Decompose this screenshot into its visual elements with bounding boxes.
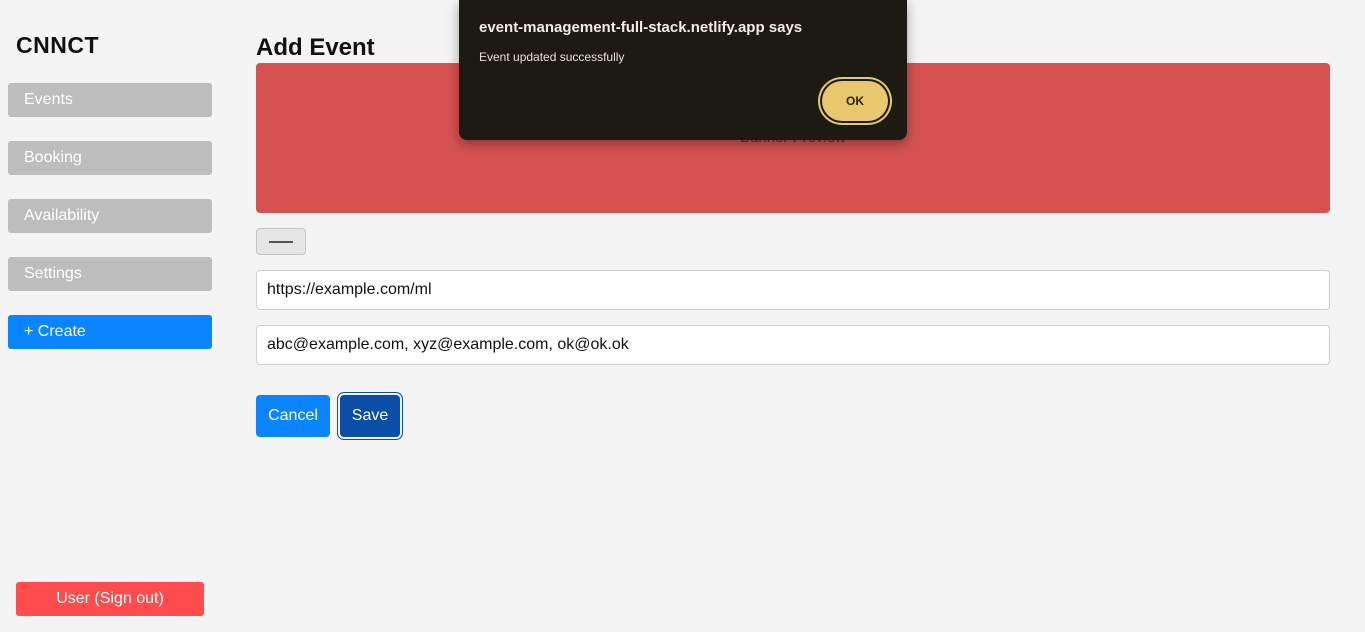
dialog-ok-button[interactable]: OK [822,81,888,121]
dialog-title: event-management-full-stack.netlify.app … [479,19,803,36]
sidebar: CNNCT Events Booking Availability Settin… [0,0,228,632]
page-title: Add Event [256,34,375,61]
cancel-button[interactable]: Cancel [256,395,330,437]
emails-input[interactable] [256,325,1330,365]
sidebar-item-booking[interactable]: Booking [8,141,212,175]
sidebar-item-settings[interactable]: Settings [8,257,212,291]
app-root: CNNCT Events Booking Availability Settin… [0,0,1365,632]
brand-logo: CNNCT [16,32,99,58]
event-link-input[interactable] [256,270,1330,310]
sidebar-item-events[interactable]: Events [8,83,212,117]
save-button[interactable]: Save [340,395,400,437]
sidebar-item-availability[interactable]: Availability [8,199,212,233]
minus-icon [269,241,293,243]
banner-color-button[interactable] [256,228,306,255]
dialog-message: Event updated successfully [479,50,625,64]
create-button[interactable]: + Create [8,315,212,349]
sign-out-button[interactable]: User (Sign out) [16,582,204,616]
